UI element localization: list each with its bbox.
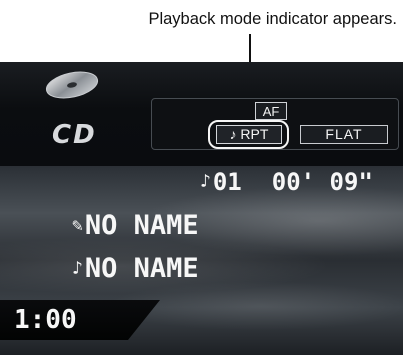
- cd-disc-icon: [45, 71, 99, 99]
- clock: 1:00: [14, 305, 77, 335]
- source-label: CD: [52, 120, 97, 150]
- disc-title-row: ✎NO NAME: [72, 210, 199, 241]
- repeat-mode-indicator: ♪ RPT: [216, 125, 282, 144]
- track-time-row: ♪01 00' 09": [200, 168, 373, 196]
- music-note-icon: ♪: [72, 258, 83, 279]
- track-title: NO NAME: [84, 253, 199, 284]
- track-title-row: ♪NO NAME: [72, 253, 199, 284]
- eq-indicator: FLAT: [300, 125, 388, 144]
- track-number: 01: [212, 168, 242, 196]
- status-panel: AF ♪ RPT FLAT: [151, 98, 399, 150]
- music-note-icon: ♪: [200, 171, 211, 192]
- disc-title: NO NAME: [84, 210, 199, 241]
- head-unit-display: CD AF ♪ RPT FLAT ♪01 00' 09" ✎NO NAME ♪NO…: [0, 62, 403, 355]
- elapsed-time: 00' 09": [271, 168, 373, 196]
- annotation-caption: Playback mode indicator appears.: [148, 10, 397, 28]
- af-indicator: AF: [255, 102, 287, 120]
- disc-title-icon: ✎: [72, 215, 83, 236]
